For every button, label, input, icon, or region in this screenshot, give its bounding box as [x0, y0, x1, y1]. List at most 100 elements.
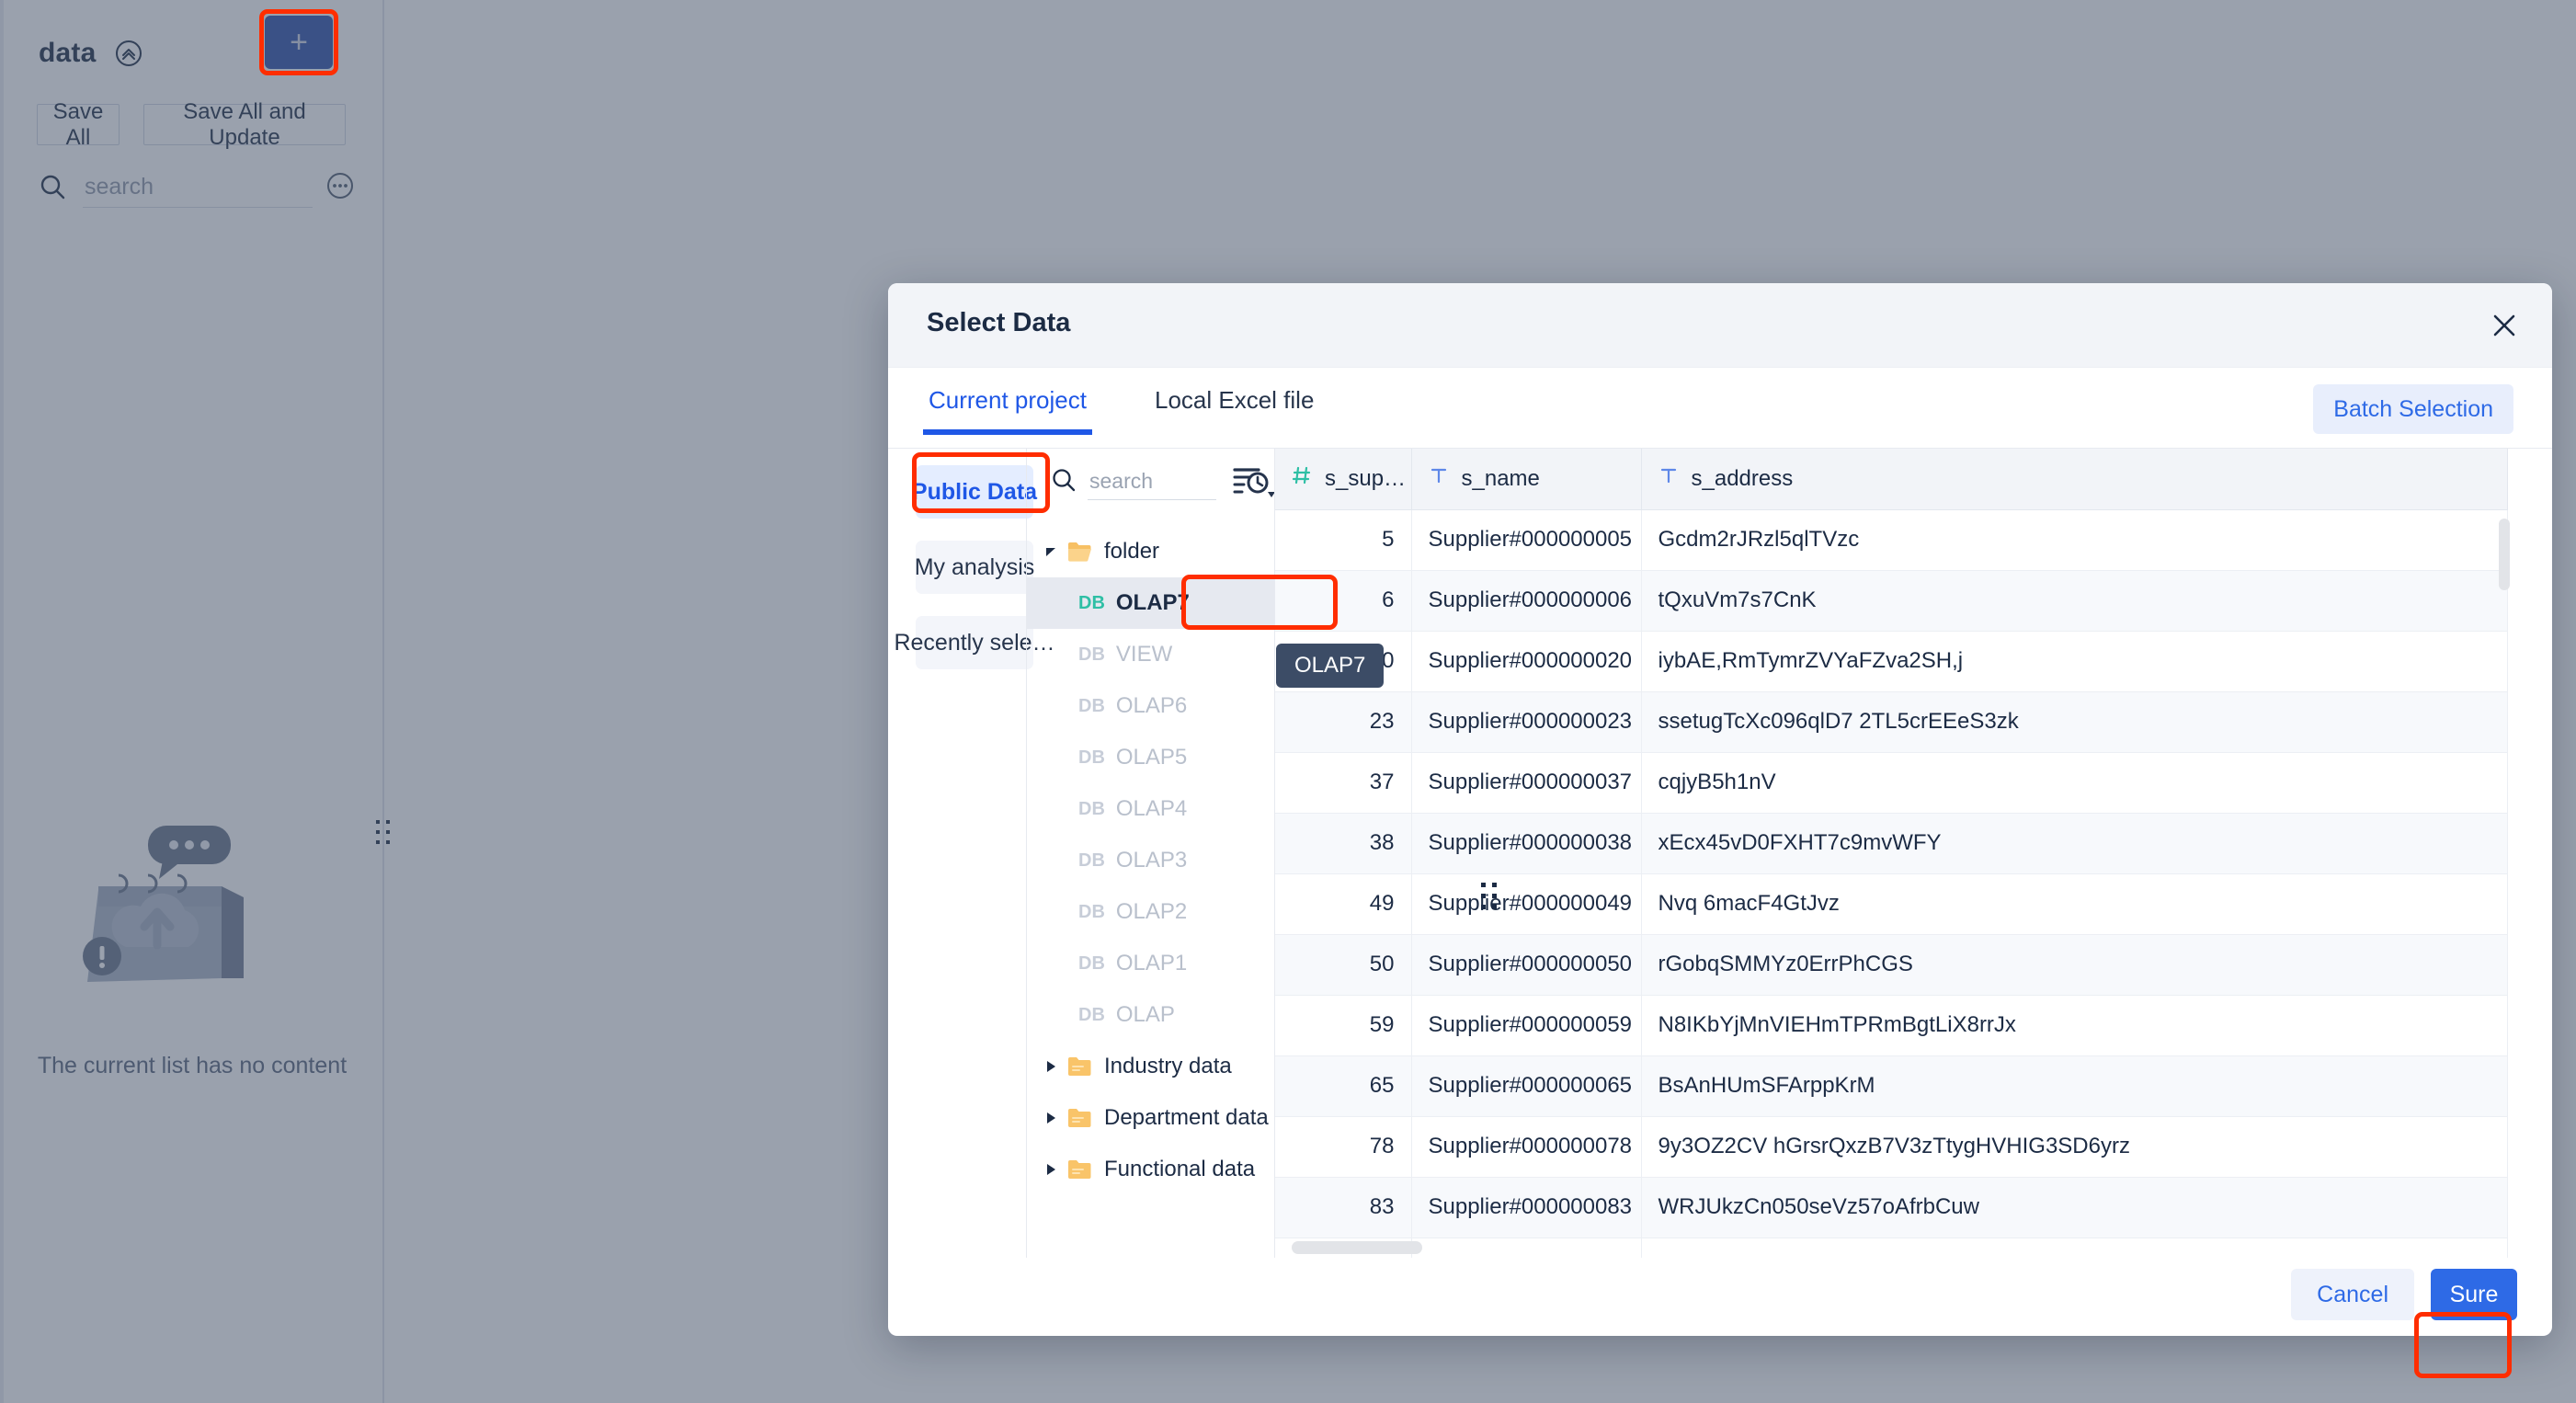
vertical-scrollbar-track — [2499, 509, 2510, 1250]
cancel-button[interactable]: Cancel — [2291, 1269, 2414, 1320]
tree-node-tooltip: OLAP7 — [1276, 644, 1384, 688]
tree-node-label: OLAP1 — [1116, 951, 1187, 976]
nav-item-recently-selected[interactable]: Recently sele… — [916, 616, 1033, 669]
tree-node-olap2[interactable]: DB OLAP2 — [1027, 886, 1275, 938]
cell-s-name: Supplier#000000023 — [1411, 691, 1641, 752]
tree-node-label: Industry data — [1104, 1054, 1232, 1079]
folder-closed-icon — [1067, 1055, 1093, 1078]
table-row[interactable]: 86Supplier#000000086J1fgg5QaqnN — [1275, 1238, 2507, 1258]
tree-node-olap3[interactable]: DB OLAP3 — [1027, 835, 1275, 886]
tree-folder-functional-data[interactable]: Functional data — [1027, 1144, 1275, 1195]
tree-node-label: OLAP — [1116, 1002, 1175, 1028]
tree-search-input[interactable] — [1088, 463, 1216, 500]
tree-node-label: OLAP4 — [1116, 796, 1187, 822]
data-preview-table-panel: s_sup… s_name — [1274, 449, 2552, 1258]
cell-s-suppkey: 50 — [1275, 934, 1411, 995]
cell-s-suppkey: 78 — [1275, 1116, 1411, 1177]
table-row[interactable]: 49Supplier#000000049Nvq 6macF4GtJvz — [1275, 873, 2507, 934]
cell-s-name: Supplier#000000020 — [1411, 631, 1641, 691]
column-header-s-suppkey[interactable]: s_sup… — [1275, 449, 1411, 509]
horizontal-scrollbar-thumb[interactable] — [1292, 1241, 1422, 1254]
cell-s-name: Supplier#000000083 — [1411, 1177, 1641, 1238]
modal-footer: Cancel Sure — [888, 1258, 2552, 1336]
caret-right-icon — [1043, 1060, 1058, 1073]
table-row[interactable]: 59Supplier#000000059N8IKbYjMnVIEHmTPRmBg… — [1275, 995, 2507, 1055]
tree-node-label: OLAP7 — [1116, 590, 1190, 616]
tree-node-label: Department data — [1104, 1105, 1269, 1131]
tree-node-view[interactable]: DB VIEW — [1027, 629, 1275, 680]
table-row[interactable]: 20Supplier#000000020iybAE,RmTymrZVYaFZva… — [1275, 631, 2507, 691]
tree-node-olap5[interactable]: DB OLAP5 — [1027, 732, 1275, 783]
cell-s-suppkey: 38 — [1275, 813, 1411, 873]
cell-s-name: Supplier#000000059 — [1411, 995, 1641, 1055]
nav-item-my-analysis[interactable]: My analysis — [916, 541, 1033, 594]
cell-s-suppkey: 59 — [1275, 995, 1411, 1055]
cell-s-address: tQxuVm7s7CnK — [1641, 570, 2507, 631]
db-tag: DB — [1078, 953, 1105, 975]
table-row[interactable]: 83Supplier#000000083WRJUkzCn050seVz57oAf… — [1275, 1177, 2507, 1238]
batch-selection-button[interactable]: Batch Selection — [2313, 384, 2513, 434]
column-header-s-address[interactable]: s_address — [1641, 449, 2507, 509]
db-tag: DB — [1078, 747, 1105, 769]
tree-node-olap7[interactable]: DB OLAP7 — [1027, 577, 1275, 629]
table-row[interactable]: 6Supplier#000000006tQxuVm7s7CnK — [1275, 570, 2507, 631]
tab-current-project[interactable]: Current project — [929, 386, 1087, 435]
tab-local-excel-file[interactable]: Local Excel file — [1155, 386, 1314, 435]
table-row[interactable]: 5Supplier#000000005Gcdm2rJRzl5qlTVzc — [1275, 509, 2507, 570]
sure-button[interactable]: Sure — [2431, 1269, 2517, 1320]
tree-node-olap4[interactable]: DB OLAP4 — [1027, 783, 1275, 835]
text-type-icon — [1658, 465, 1679, 492]
tree-search-row — [1051, 463, 1253, 511]
tree-node-label: VIEW — [1116, 642, 1172, 667]
table-row[interactable]: 50Supplier#000000050rGobqSMMYz0ErrPhCGS — [1275, 934, 2507, 995]
data-preview-table: s_sup… s_name — [1275, 449, 2508, 1258]
table-row[interactable]: 78Supplier#0000000789y3OZ2CV hGrsrQxzB7V… — [1275, 1116, 2507, 1177]
modal-header: Select Data — [888, 283, 2552, 368]
text-type-icon — [1429, 465, 1449, 492]
sort-by-time-icon[interactable] — [1231, 462, 1279, 504]
cell-s-name: Supplier#000000049 — [1411, 873, 1641, 934]
tree-node-olap[interactable]: DB OLAP — [1027, 989, 1275, 1041]
cell-s-address: J1fgg5QaqnN — [1641, 1238, 2507, 1258]
cell-s-address: N8IKbYjMnVIEHmTPRmBgtLiX8rrJx — [1641, 995, 2507, 1055]
cell-s-address: iybAE,RmTymrZVYaFZva2SH,j — [1641, 631, 2507, 691]
table-row[interactable]: 23Supplier#000000023ssetugTcXc096qlD7 2T… — [1275, 691, 2507, 752]
tree-node-olap6[interactable]: DB OLAP6 — [1027, 680, 1275, 732]
cell-s-address: ssetugTcXc096qlD7 2TL5crEEeS3zk — [1641, 691, 2507, 752]
caret-right-icon — [1043, 1163, 1058, 1176]
panel-splitter-handle[interactable] — [1477, 878, 1501, 915]
tree-node-olap1[interactable]: DB OLAP1 — [1027, 938, 1275, 989]
tree-node-label: Functional data — [1104, 1157, 1255, 1182]
tree-folder-industry-data[interactable]: Industry data — [1027, 1041, 1275, 1092]
cell-s-name: Supplier#000000078 — [1411, 1116, 1641, 1177]
column-header-label: s_sup… — [1325, 466, 1406, 492]
modal-body: Public Data My analysis Recently sele… — [888, 449, 2552, 1258]
dataset-tree-panel: folder DB OLAP7 DB VIEW DB OLAP6 DB OLAP… — [1026, 449, 1274, 1258]
db-tag: DB — [1078, 1005, 1105, 1026]
table-header-row: s_sup… s_name — [1275, 449, 2507, 509]
db-tag: DB — [1078, 696, 1105, 717]
db-tag: DB — [1078, 799, 1105, 820]
db-tag: DB — [1078, 593, 1105, 614]
cell-s-suppkey: 65 — [1275, 1055, 1411, 1116]
table-row[interactable]: 65Supplier#000000065BsAnHUmSFArppKrM — [1275, 1055, 2507, 1116]
nav-item-public-data[interactable]: Public Data — [916, 465, 1033, 519]
close-icon[interactable] — [2484, 305, 2525, 346]
cell-s-name: Supplier#000000086 — [1411, 1238, 1641, 1258]
column-header-s-name[interactable]: s_name — [1411, 449, 1641, 509]
cell-s-suppkey: 49 — [1275, 873, 1411, 934]
cell-s-address: xEcx45vD0FXHT7c9mvWFY — [1641, 813, 2507, 873]
tree-folder-root[interactable]: folder — [1027, 526, 1275, 577]
cell-s-address: Nvq 6macF4GtJvz — [1641, 873, 2507, 934]
table-row[interactable]: 38Supplier#000000038xEcx45vD0FXHT7c9mvWF… — [1275, 813, 2507, 873]
table-row[interactable]: 37Supplier#000000037cqjyB5h1nV — [1275, 752, 2507, 813]
tree-folder-department-data[interactable]: Department data — [1027, 1092, 1275, 1144]
search-icon — [1051, 467, 1078, 499]
tree-node-list: folder DB OLAP7 DB VIEW DB OLAP6 DB OLAP… — [1027, 526, 1275, 1258]
db-tag: DB — [1078, 902, 1105, 923]
table-body: 5Supplier#000000005Gcdm2rJRzl5qlTVzc6Sup… — [1275, 509, 2507, 1258]
vertical-scrollbar-thumb[interactable] — [2499, 519, 2510, 590]
select-data-modal: Select Data Current project Local Excel … — [888, 283, 2552, 1336]
cell-s-address: Gcdm2rJRzl5qlTVzc — [1641, 509, 2507, 570]
modal-title: Select Data — [927, 308, 1070, 338]
